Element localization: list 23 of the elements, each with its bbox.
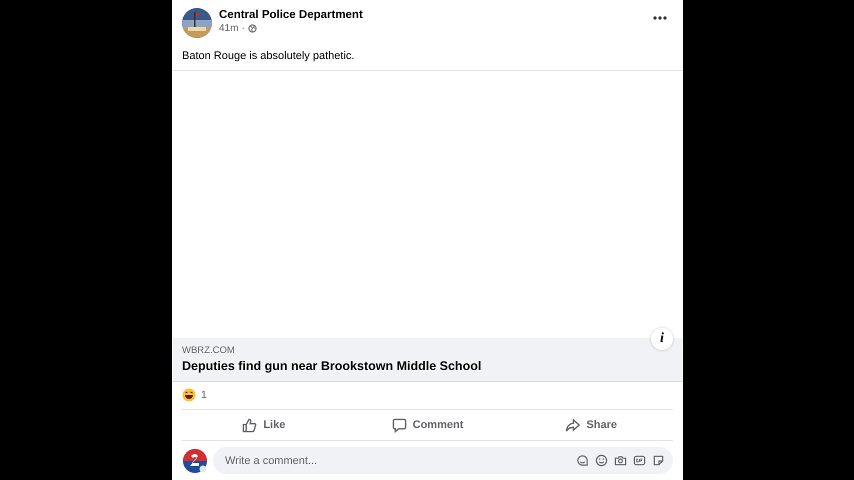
author-name[interactable]: Central Police Department	[219, 9, 642, 21]
comment-button[interactable]: Comment	[346, 410, 510, 440]
comment-bar[interactable]: Write a comment...	[213, 447, 673, 474]
link-title[interactable]: Deputies find gun near Brookstown Middle School	[182, 359, 673, 374]
user-avatar-icon[interactable]	[182, 448, 208, 474]
gif-icon[interactable]	[633, 454, 646, 467]
laughing-emoji-icon[interactable]	[182, 388, 196, 402]
post-time[interactable]: 41m	[219, 23, 238, 34]
sticker-icon[interactable]	[652, 454, 665, 467]
sticker-icon[interactable]	[576, 454, 589, 467]
share-button[interactable]: Share	[509, 410, 674, 440]
camera-icon[interactable]	[614, 454, 627, 467]
thumbs-up-icon	[242, 418, 258, 433]
comment-field[interactable]: Write a comment...	[223, 454, 576, 468]
info-button[interactable]: i	[651, 328, 673, 350]
emoji-icon[interactable]	[595, 454, 608, 467]
speech-bubble-icon	[392, 418, 407, 433]
like-button[interactable]: Like	[182, 410, 346, 440]
reaction-count[interactable]: 1	[201, 389, 207, 402]
globe-icon	[248, 24, 257, 33]
separator: ·	[241, 23, 245, 34]
share-arrow-icon	[565, 418, 580, 433]
post-text: Baton Rouge is absolutely pathetic.	[181, 49, 356, 64]
